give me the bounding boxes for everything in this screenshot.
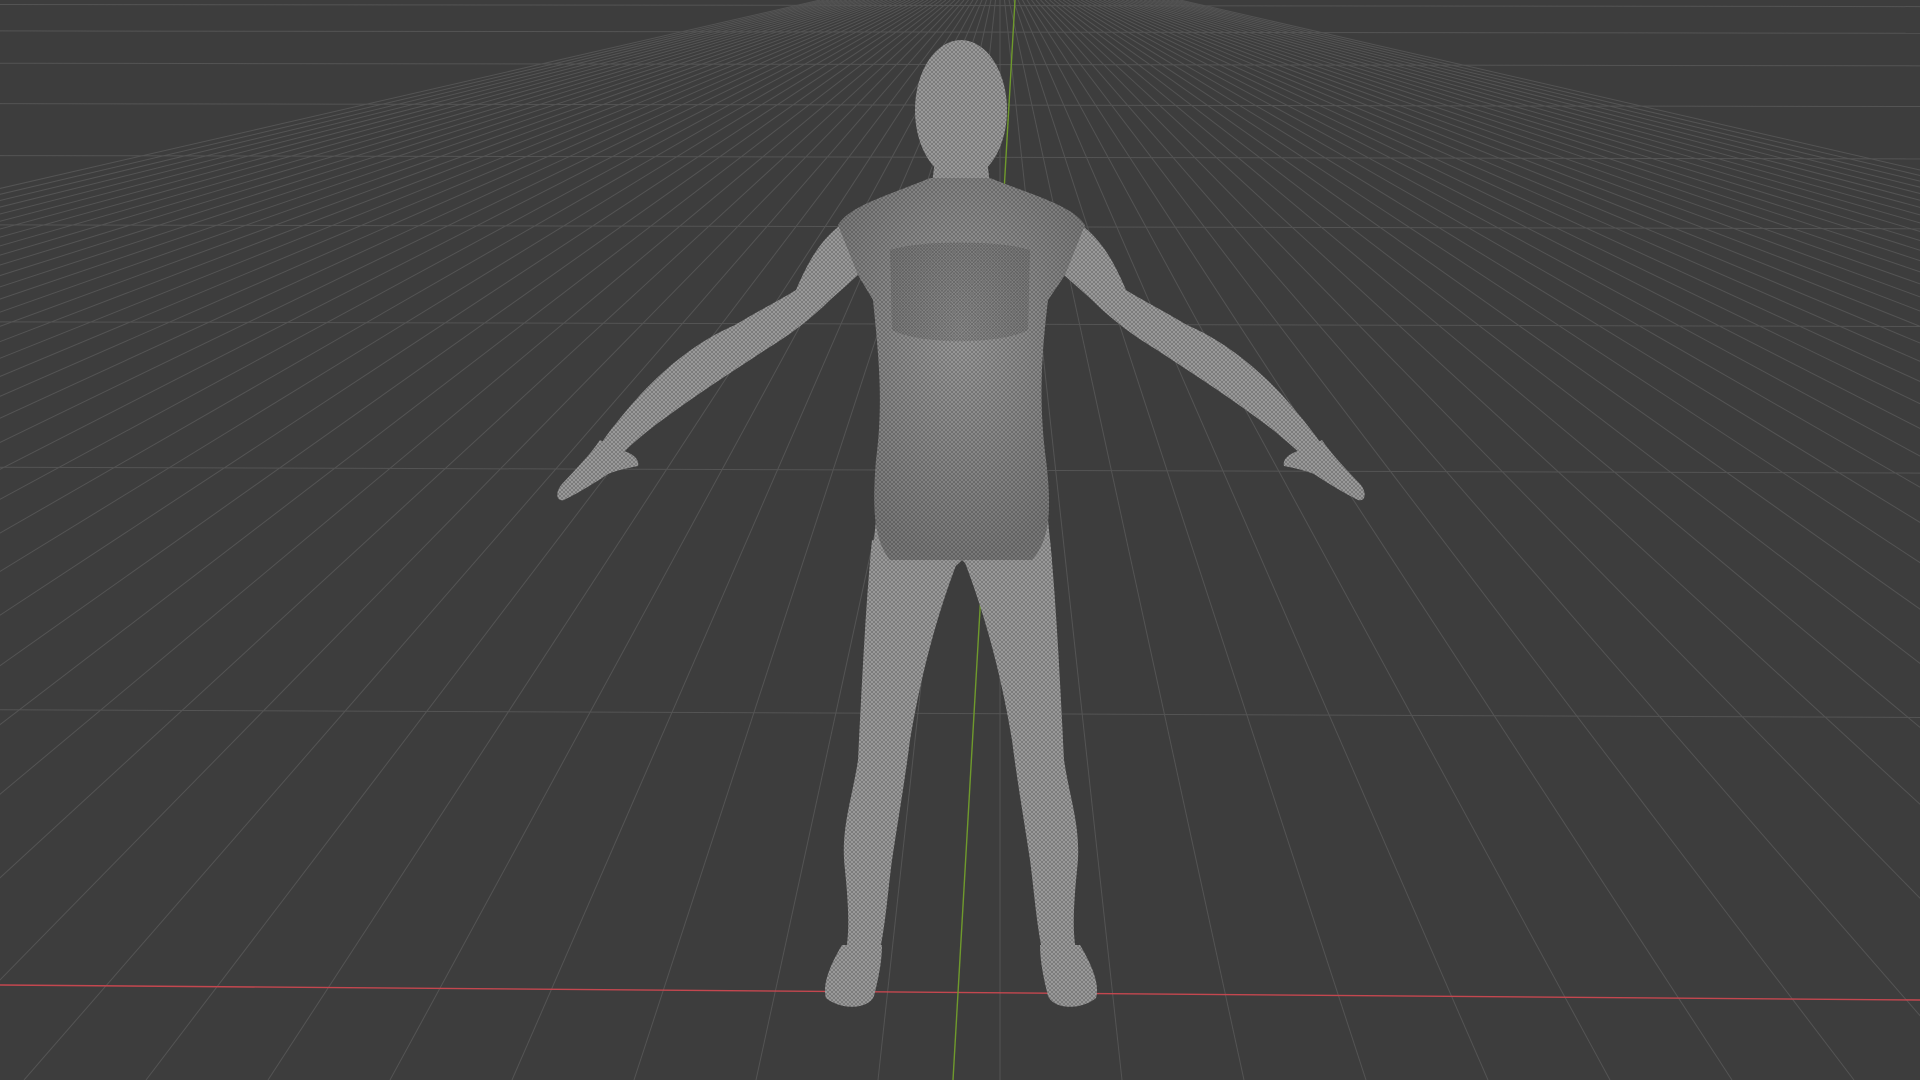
3d-viewport[interactable] [0,0,1920,1080]
viewport-canvas[interactable] [0,0,1920,1080]
mesh-head [915,40,1007,180]
